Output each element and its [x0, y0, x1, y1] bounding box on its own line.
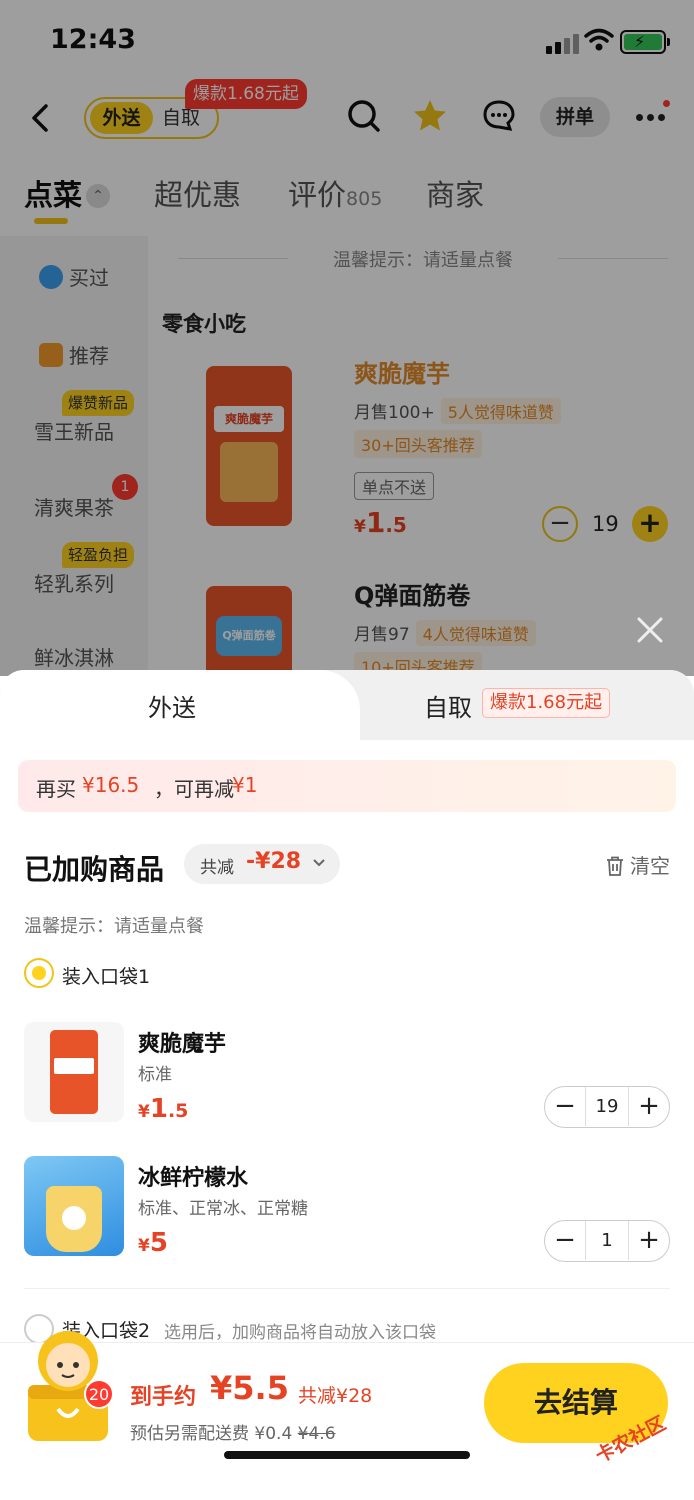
increase-button[interactable]: +	[629, 1087, 669, 1127]
divider	[24, 1288, 670, 1289]
cart-item-spec: 标准	[138, 1065, 172, 1085]
chevron-down-icon	[313, 859, 325, 867]
discount-detail-button[interactable]: 共减 -¥28	[184, 844, 340, 884]
clear-label: 清空	[630, 854, 670, 878]
cart-item-price: ¥5	[138, 1228, 168, 1258]
cart-item-image[interactable]	[24, 1022, 124, 1122]
trash-icon	[607, 856, 623, 876]
discount-value: -¥28	[246, 849, 302, 874]
promo-bar: 再买 ¥16.5 ，可再减 ¥1	[18, 760, 676, 812]
clear-cart-button[interactable]: 清空	[606, 850, 670, 879]
quantity-stepper: − 19 +	[544, 1086, 670, 1128]
cart-count-badge: 20	[84, 1379, 114, 1409]
quantity-value[interactable]: 1	[585, 1221, 629, 1260]
decrease-button[interactable]: −	[545, 1087, 585, 1127]
cart-item-spec: 标准、正常冰、正常糖	[138, 1199, 308, 1219]
cart-tab-delivery-label: 外送	[148, 694, 196, 722]
bag2-hint: 选用后，加购商品将自动放入该口袋	[164, 1323, 436, 1343]
cart-tab-pickup[interactable]: 自取	[424, 688, 472, 723]
discount-label: 共减	[200, 858, 234, 878]
cart-item-name: 冰鲜柠檬水	[138, 1166, 249, 1191]
increase-button[interactable]: +	[629, 1221, 669, 1261]
cart-sheet: 外送 自取 爆款1.68元起 再买 ¥16.5 ，可再减 ¥1 已加购商品 共减…	[0, 670, 694, 1500]
cart-mode-tabs: 外送 自取 爆款1.68元起	[0, 670, 694, 742]
delivery-fee: 预估另需配送费 ¥0.4 ¥4.6	[130, 1424, 336, 1444]
bag1-radio[interactable]	[24, 958, 54, 988]
quantity-stepper: − 1 +	[544, 1220, 670, 1262]
cart-item-image[interactable]	[24, 1156, 124, 1256]
cart-hot-badge: 爆款1.68元起	[482, 688, 611, 718]
total-label: 到手约	[130, 1385, 197, 1410]
decrease-button[interactable]: −	[545, 1221, 585, 1261]
quantity-value[interactable]: 19	[585, 1087, 629, 1126]
home-indicator[interactable]	[224, 1451, 470, 1459]
total-savings: 共减¥28	[298, 1385, 373, 1407]
cart-title: 已加购商品	[24, 853, 165, 886]
cart-tab-delivery[interactable]: 外送	[0, 670, 360, 742]
cart-item-name: 爽脆魔芋	[138, 1032, 227, 1057]
bag1-label: 装入口袋1	[62, 966, 151, 988]
cart-tip: 温馨提示：请适量点餐	[24, 916, 204, 937]
close-icon[interactable]	[636, 616, 664, 644]
total-price: ¥5.5	[210, 1369, 289, 1407]
dim-overlay[interactable]	[0, 0, 694, 676]
cart-item-price: ¥1.5	[138, 1094, 189, 1124]
checkout-bar: 20 到手约 ¥5.5 共减¥28 预估另需配送费 ¥0.4 ¥4.6 去结算 …	[0, 1331, 694, 1500]
